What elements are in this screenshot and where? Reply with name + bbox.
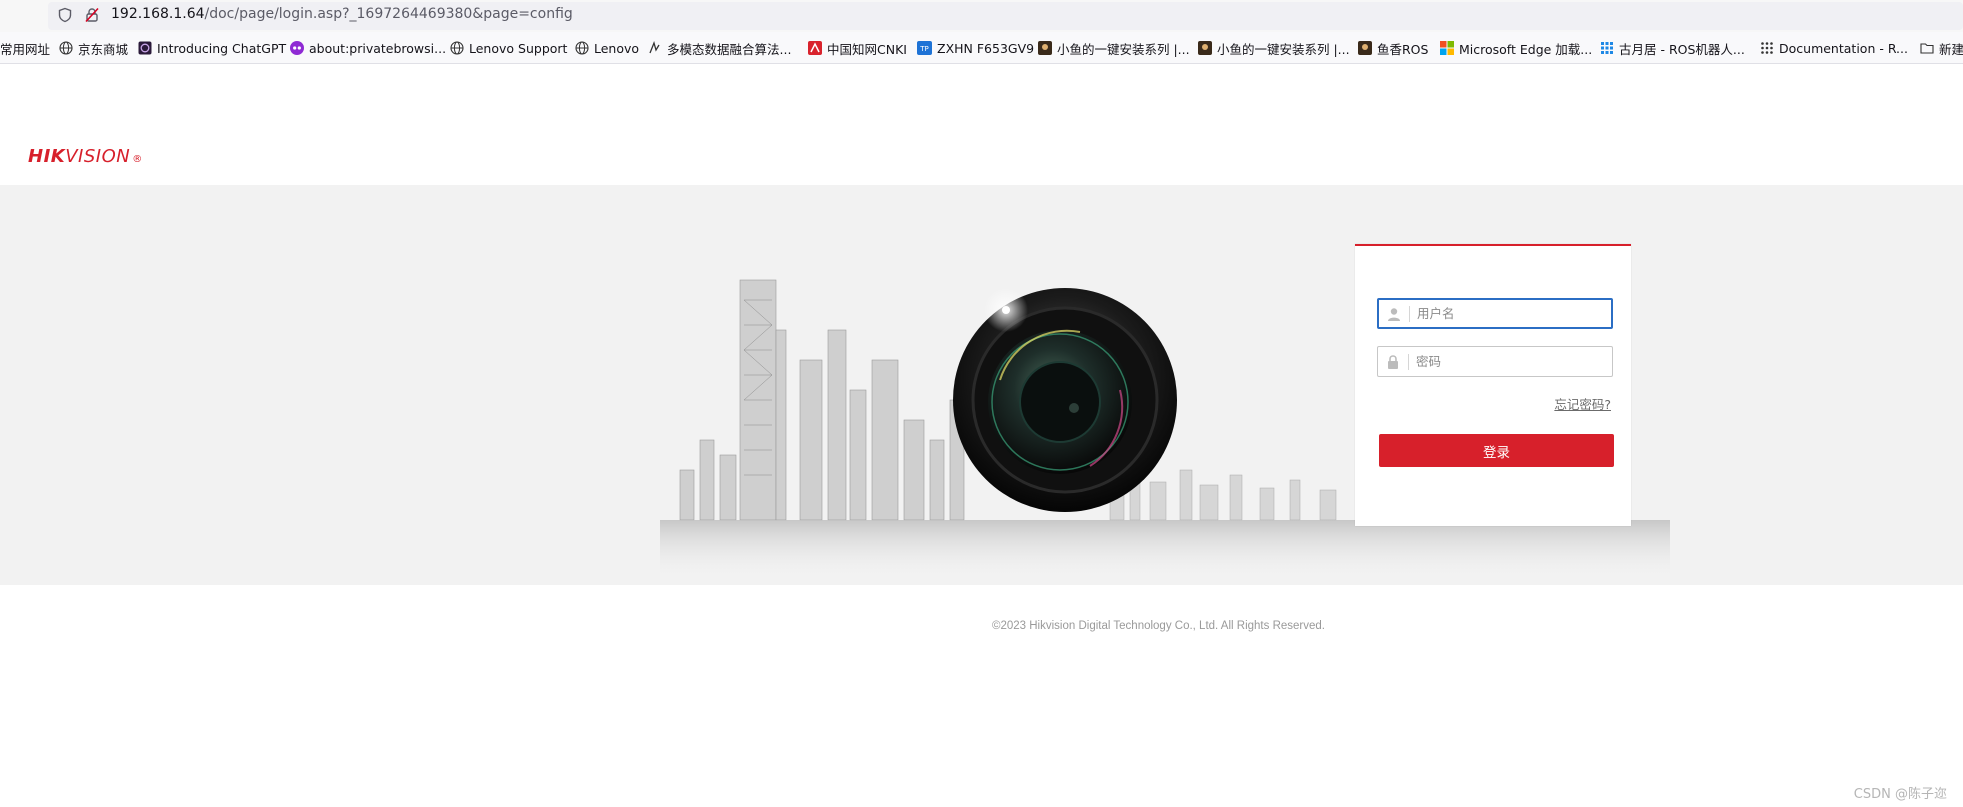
bookmark-item[interactable]: 新建 [1919, 32, 1963, 64]
bookmark-label: 古月居 - ROS机器人... [1619, 41, 1745, 57]
bookmark-label: about:privatebrowsi... [309, 40, 447, 56]
cnki-icon [807, 41, 822, 56]
dots-icon [1759, 41, 1774, 56]
bookmark-label: 多模态数据融合算法... [667, 41, 792, 57]
bookmark-item[interactable]: 鱼香ROS [1357, 32, 1428, 64]
folder-icon [1919, 41, 1934, 56]
csdn-watermark: CSDN @陈子迩 [1853, 787, 1947, 802]
bookmark-item[interactable]: Lenovo [574, 32, 639, 64]
bookmark-item[interactable]: Lenovo Support [449, 32, 567, 64]
bookmark-label: 小鱼的一键安装系列 |... [1217, 41, 1350, 57]
address-bar: 192.168.1.64/doc/page/login.asp?_1697264… [0, 0, 1963, 32]
bookmark-label: Documentation - R... [1779, 40, 1908, 56]
avatar-icon [1037, 41, 1052, 56]
shield-icon[interactable] [57, 7, 73, 23]
microsoft-icon [1439, 41, 1454, 56]
bookmark-item[interactable]: Microsoft Edge 加载... [1439, 32, 1592, 64]
bookmark-label: 京东商城 [78, 41, 129, 57]
zte-icon: TP [917, 41, 932, 56]
login-button[interactable]: 登录 [1379, 434, 1614, 467]
password-field[interactable] [1377, 346, 1613, 377]
field-separator [1409, 305, 1410, 322]
bookmark-item[interactable]: TP ZXHN F653GV9 [917, 32, 1034, 64]
username-field[interactable] [1377, 298, 1613, 329]
hikvision-logo: HIK VISION ® [28, 146, 142, 168]
login-card: 忘记密码? 登录 [1355, 244, 1631, 526]
bookmark-label: ZXHN F653GV9 [937, 40, 1035, 56]
bookmark-item[interactable]: 古月居 - ROS机器人... [1599, 32, 1745, 64]
insecure-lock-icon[interactable] [84, 7, 100, 23]
bookmark-label: 常用网址 [0, 41, 51, 57]
avatar-icon [1357, 41, 1372, 56]
bookmark-label: Microsoft Edge 加载... [1459, 41, 1593, 57]
private-icon [289, 41, 304, 56]
bookmark-item[interactable]: 多模态数据融合算法... [647, 32, 791, 64]
field-separator [1408, 353, 1409, 370]
bookmark-item[interactable]: Introducing ChatGPT [137, 32, 286, 64]
bookmark-item[interactable]: 小鱼的一键安装系列 |... [1197, 32, 1350, 64]
bookmark-label: Lenovo Support [469, 40, 568, 56]
password-input[interactable] [1416, 354, 1606, 369]
bookmark-item[interactable]: 常用网址 [0, 32, 50, 64]
bookmarks-bar: 常用网址 京东商城 Introducing ChatGPT about:priv… [0, 32, 1963, 64]
url-path: /doc/page/login.asp?_1697264469380&page=… [204, 6, 573, 22]
bookmark-label: 中国知网CNKI [827, 41, 907, 57]
globe-icon [574, 41, 589, 56]
bookmark-label: 小鱼的一键安装系列 |... [1057, 41, 1190, 57]
bookmark-item[interactable]: 小鱼的一键安装系列 |... [1037, 32, 1190, 64]
globe-icon [58, 41, 73, 56]
logo-hik: HIK [28, 146, 66, 167]
user-icon [1385, 305, 1403, 323]
grid-icon [1599, 41, 1614, 56]
globe-icon [449, 41, 464, 56]
script-icon [647, 41, 662, 56]
url-text[interactable]: 192.168.1.64/doc/page/login.asp?_1697264… [111, 6, 573, 22]
bookmark-label: 新建 [1939, 41, 1963, 57]
forgot-password-link[interactable]: 忘记密码? [1554, 394, 1611, 413]
bookmark-item[interactable]: Documentation - R... [1759, 32, 1908, 64]
logo-vision: VISION [65, 146, 131, 167]
url-host: 192.168.1.64 [111, 6, 205, 22]
bookmark-item[interactable]: 中国知网CNKI [807, 32, 907, 64]
bookmark-label: Introducing ChatGPT [157, 40, 287, 56]
copyright-text: ©2023 Hikvision Digital Technology Co., … [992, 620, 1325, 632]
bookmark-label: 鱼香ROS [1377, 41, 1429, 57]
bookmark-label: Lenovo [594, 40, 640, 56]
bookmark-item[interactable]: about:privatebrowsi... [289, 32, 446, 64]
svg-text:TP: TP [919, 45, 929, 53]
lock-icon [1384, 353, 1402, 371]
chatgpt-icon [137, 41, 152, 56]
logo-registered: ® [132, 154, 143, 165]
username-input[interactable] [1417, 306, 1607, 321]
bookmark-item[interactable]: 京东商城 [58, 32, 128, 64]
avatar-icon [1197, 41, 1212, 56]
